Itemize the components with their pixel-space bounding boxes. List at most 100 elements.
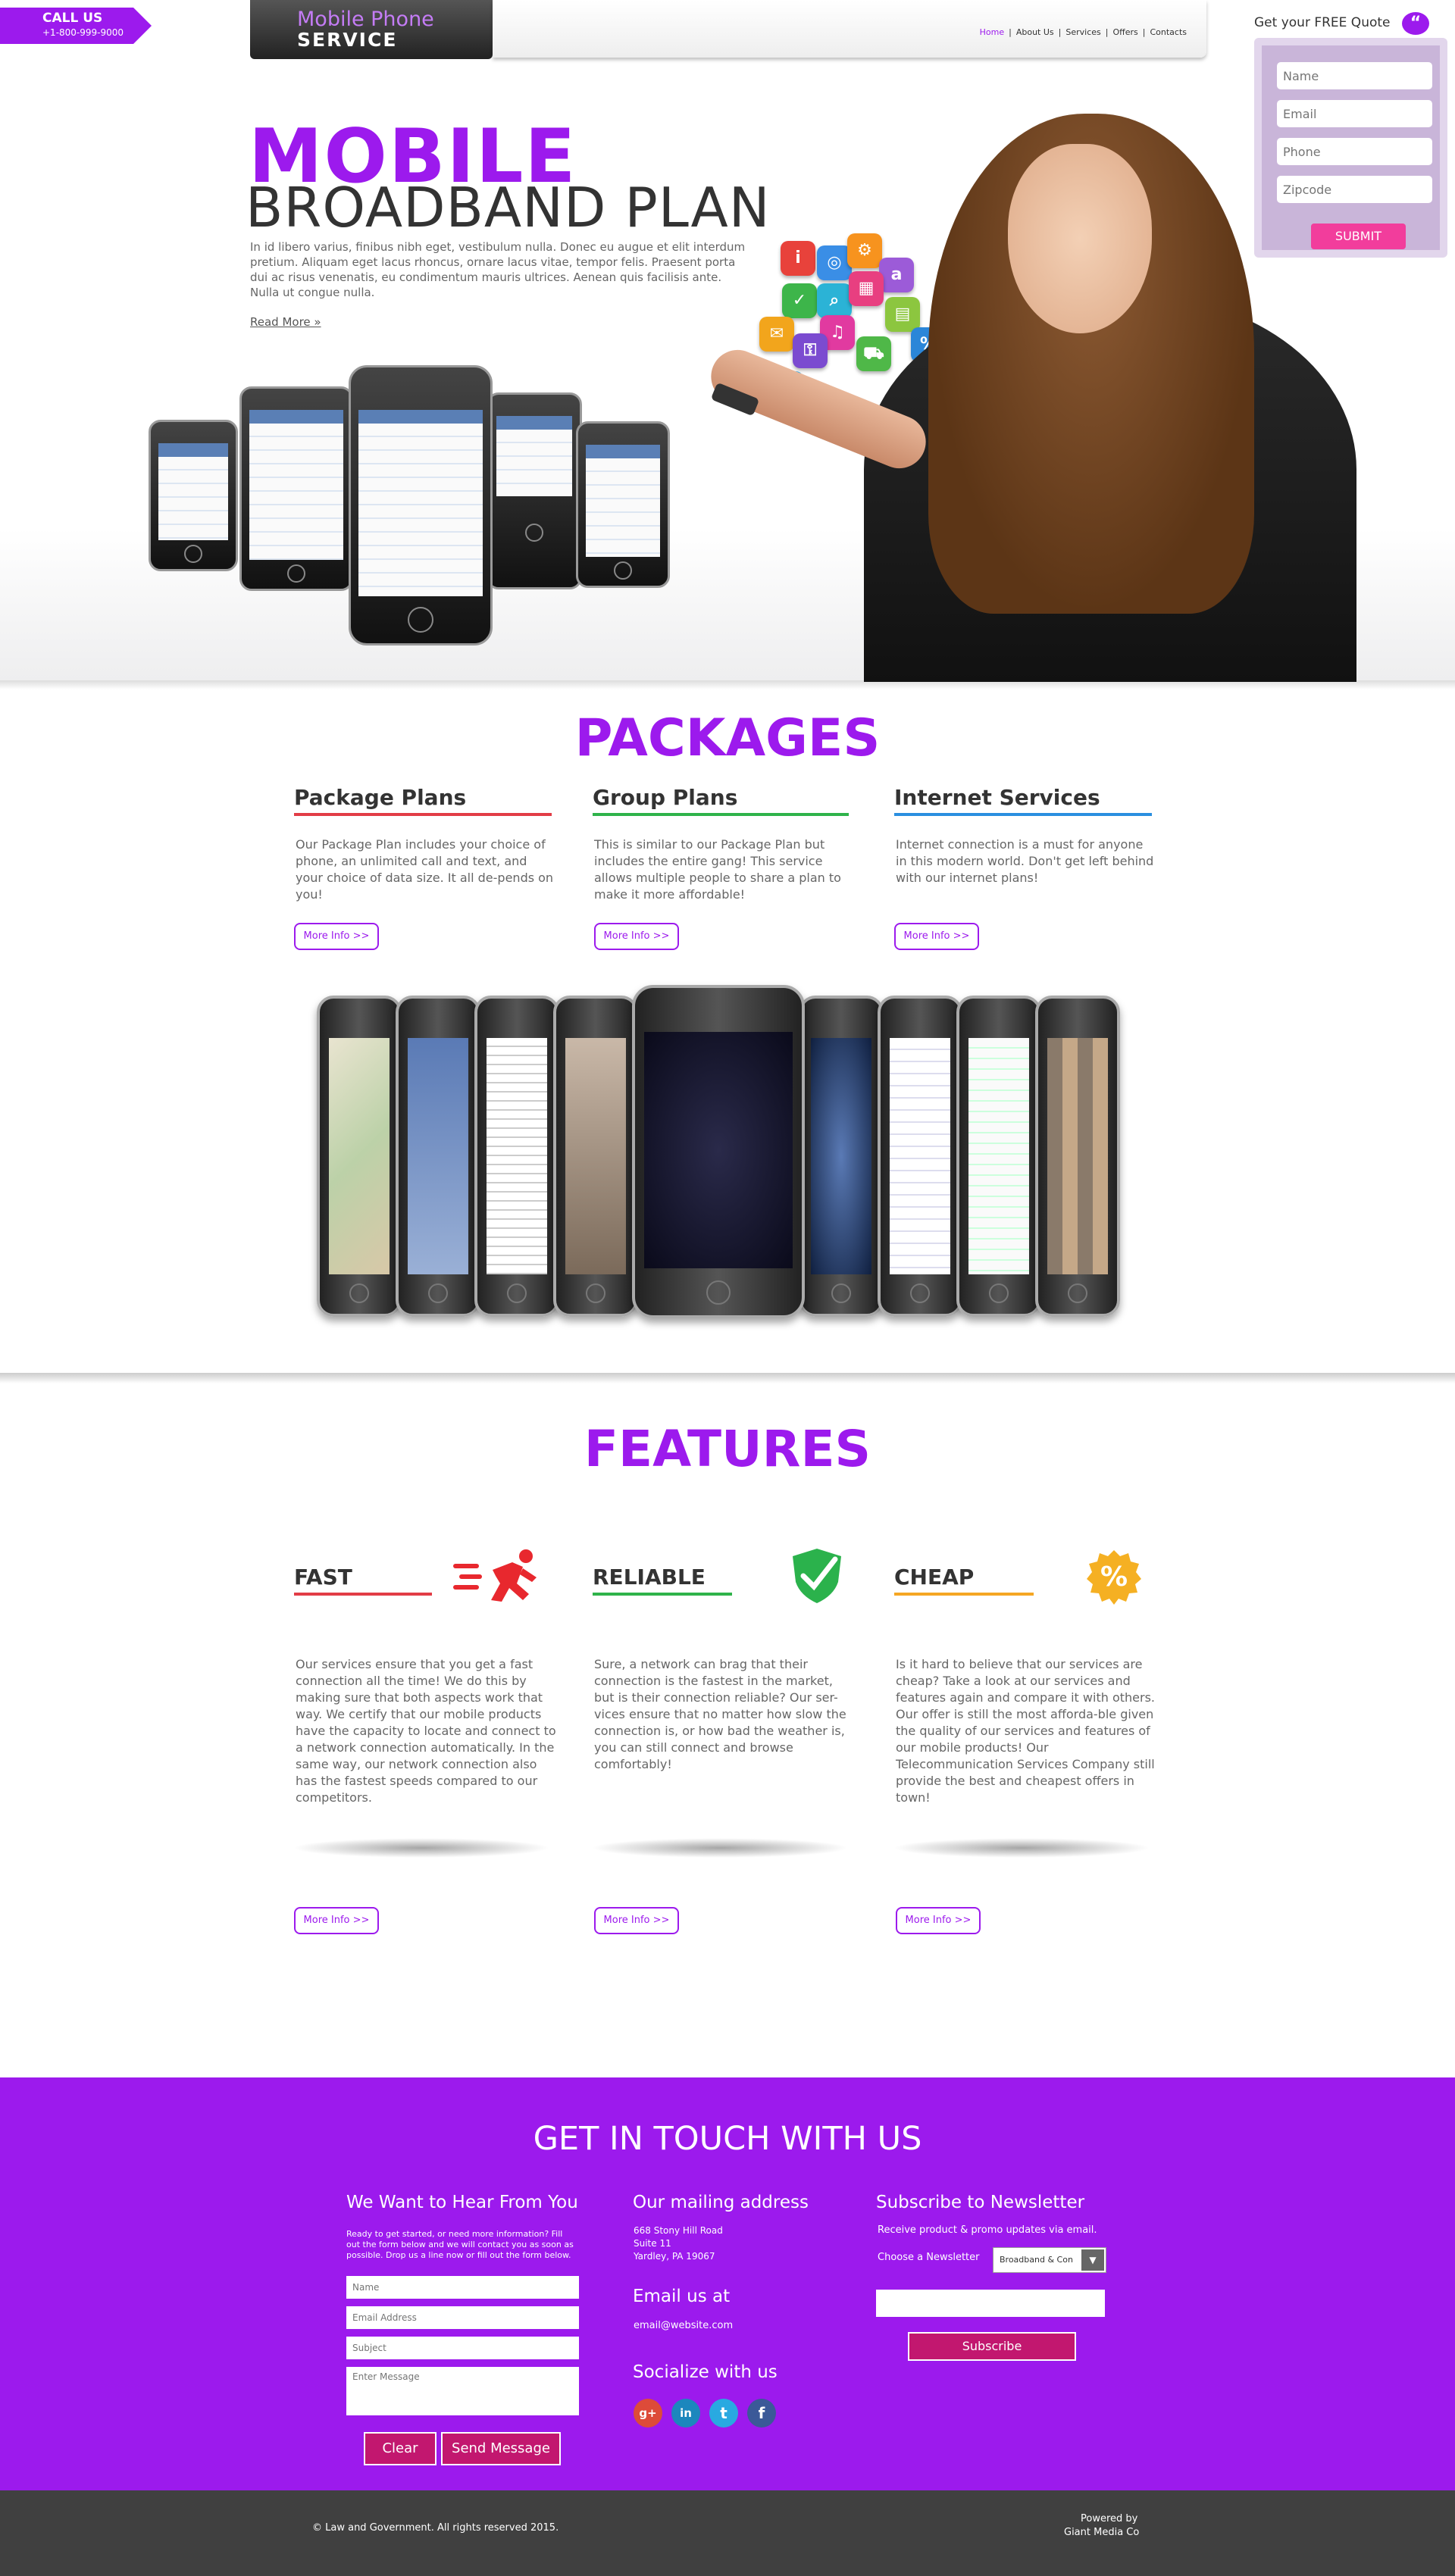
footer: © Law and Government. All rights reserve…: [0, 2490, 1455, 2576]
nav-separator: |: [1058, 27, 1062, 37]
cart-app-icon: ⛟: [856, 336, 891, 371]
contact-message-input[interactable]: [346, 2367, 579, 2415]
twitter-icon[interactable]: t: [709, 2399, 738, 2428]
contact-subject-input[interactable]: [346, 2337, 579, 2359]
address-line1: 668 Stony Hill Road: [634, 2225, 723, 2236]
reliable-shadow: [591, 1838, 849, 1858]
nav-contacts[interactable]: Contacts: [1150, 27, 1187, 37]
fast-text: Our services ensure that you get a fast …: [296, 1657, 556, 1805]
subscribe-button[interactable]: Subscribe: [908, 2332, 1076, 2361]
internet-services-underline: [894, 813, 1152, 816]
hero-description: In id libero varius, finibus nibh eget, …: [250, 240, 746, 299]
fast-more-button[interactable]: More Info >>: [294, 1907, 379, 1934]
packages-title: PACKAGES: [574, 708, 881, 768]
newsletter-heading: Subscribe to Newsletter: [876, 2193, 1085, 2212]
iphone-contacts: [878, 996, 962, 1317]
search-app-icon: ⌕: [817, 283, 852, 318]
linkedin-icon[interactable]: in: [671, 2399, 700, 2428]
read-more-link[interactable]: Read More »: [250, 315, 321, 329]
form-heading: We Want to Hear From You: [346, 2193, 578, 2212]
email-heading: Email us at: [633, 2287, 731, 2306]
settings-app-icon: ⚙: [847, 233, 882, 268]
reliable-more-button[interactable]: More Info >>: [594, 1907, 679, 1934]
internet-services-heading: Internet Services: [894, 785, 1100, 810]
group-plans-more-button[interactable]: More Info >>: [594, 923, 679, 950]
powered-by-label: Powered by: [1081, 2513, 1138, 2524]
logo-line1: Mobile Phone: [297, 8, 434, 31]
choose-newsletter-label: Choose a Newsletter: [878, 2252, 980, 2263]
chevron-down-icon: ▼: [1081, 2249, 1104, 2271]
quote-phone-input[interactable]: [1277, 138, 1432, 165]
phone-nokia: [239, 386, 353, 591]
contact-email-input[interactable]: [346, 2306, 579, 2329]
phone-blackberry: [487, 392, 582, 589]
newsletter-select[interactable]: Broadband & Con ▼: [993, 2247, 1106, 2273]
address-line2: Suite 11: [634, 2238, 671, 2249]
package-plans-more-button[interactable]: More Info >>: [294, 923, 379, 950]
quote-email-input[interactable]: [1277, 100, 1432, 127]
quote-submit-button[interactable]: SUBMIT: [1311, 224, 1406, 249]
reliable-text: Sure, a network can brag that their conn…: [594, 1657, 846, 1771]
group-plans-underline: [593, 813, 849, 816]
send-message-button[interactable]: Send Message: [441, 2432, 561, 2465]
hero-title-line2: BROADBAND PLAN: [246, 176, 771, 239]
mail-app-icon: ✉: [759, 317, 794, 352]
mailing-heading: Our mailing address: [633, 2193, 809, 2212]
phone-samsung-left: [149, 420, 238, 571]
features-title: FEATURES: [584, 1420, 871, 1478]
newsletter-email-input[interactable]: [876, 2290, 1105, 2317]
top-navbar: Home | About Us | Services | Offers | Co…: [493, 0, 1206, 58]
running-man-icon: [453, 1547, 540, 1608]
iphone-music: [553, 996, 638, 1317]
iphone-maps: [317, 996, 402, 1317]
lock-app-icon: ⚿: [793, 333, 828, 368]
quote-title: Get your FREE Quote: [1254, 15, 1391, 30]
contact-title: GET IN TOUCH WITH US: [533, 2120, 922, 2158]
nav-about[interactable]: About Us: [1016, 27, 1054, 37]
quote-zipcode-input[interactable]: [1277, 176, 1432, 203]
phone-samsung-right: [576, 421, 670, 588]
iphone-call: [799, 996, 884, 1317]
fast-underline: [294, 1593, 432, 1596]
powered-by-company[interactable]: Giant Media Co: [1064, 2527, 1139, 2538]
percent-badge-icon: %: [1085, 1549, 1143, 1606]
reliable-heading: RELIABLE: [593, 1565, 706, 1590]
quote-name-input[interactable]: [1277, 62, 1432, 89]
form-intro: Ready to get started, or need more infor…: [346, 2229, 574, 2260]
nav-home[interactable]: Home: [980, 27, 1004, 37]
facebook-icon[interactable]: f: [747, 2399, 776, 2428]
nav-separator: |: [1142, 27, 1146, 37]
calendar-app-icon: ▦: [849, 271, 884, 306]
iphones-illustration: [311, 985, 1137, 1379]
cheap-more-button[interactable]: More Info >>: [896, 1907, 981, 1934]
contact-name-input[interactable]: [346, 2276, 579, 2299]
shield-check-icon: [788, 1546, 846, 1606]
group-plans-text: This is similar to our Package Plan but …: [594, 837, 841, 902]
woman-face: [1008, 144, 1152, 333]
cheap-underline: [894, 1593, 1034, 1596]
phones-illustration: [144, 356, 674, 659]
newsletter-select-value: Broadband & Con: [1000, 2255, 1073, 2265]
reliable-underline: [593, 1593, 732, 1596]
iphone-photos: [1035, 996, 1120, 1317]
internet-services-more-button[interactable]: More Info >>: [894, 923, 979, 950]
quote-bubble-icon: “: [1402, 12, 1429, 35]
package-plans-text: Our Package Plan includes your choice of…: [296, 837, 554, 902]
clear-button[interactable]: Clear: [364, 2432, 436, 2465]
nav-offers[interactable]: Offers: [1112, 27, 1137, 37]
site-logo[interactable]: Mobile Phone SERVICE: [250, 0, 493, 59]
cheap-heading: CHEAP: [894, 1565, 975, 1590]
address-line3: Yardley, PA 19067: [634, 2251, 715, 2262]
iphone-browser: [956, 996, 1041, 1317]
social-heading: Socialize with us: [633, 2362, 778, 2382]
google-plus-icon[interactable]: g+: [634, 2399, 662, 2428]
internet-services-text: Internet connection is a must for anyone…: [896, 837, 1154, 885]
group-plans-heading: Group Plans: [593, 785, 738, 810]
nav-services[interactable]: Services: [1065, 27, 1100, 37]
percent-symbol: %: [1100, 1562, 1128, 1593]
iphone-home-screen: [632, 985, 805, 1318]
call-us-banner[interactable]: CALL US +1-800-999-9000: [0, 8, 152, 44]
email-link[interactable]: email@website.com: [634, 2320, 733, 2332]
call-us-phone[interactable]: +1-800-999-9000: [42, 27, 124, 38]
copyright-text: © Law and Government. All rights reserve…: [312, 2522, 559, 2534]
